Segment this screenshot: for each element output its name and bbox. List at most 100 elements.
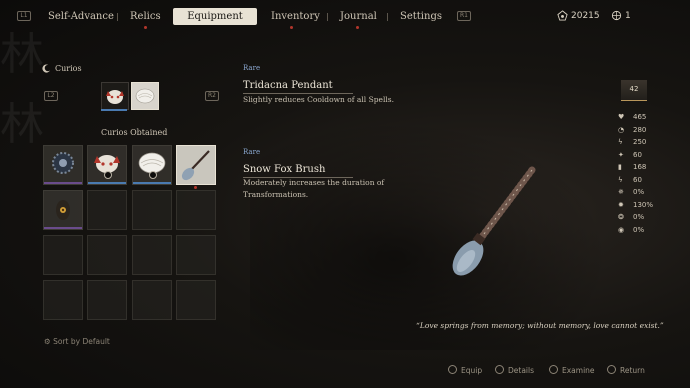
- slot-indicator: [101, 109, 127, 111]
- notification-dot: [144, 26, 147, 29]
- equipped-curio-slot-1[interactable]: [101, 82, 129, 110]
- button-prompt-icon: [607, 365, 616, 374]
- r1-key-icon: R1: [457, 11, 471, 21]
- l1-key-icon: L1: [17, 11, 31, 21]
- curio-grid-slot-empty[interactable]: [132, 280, 172, 320]
- curio-grid-slot-empty[interactable]: [43, 280, 83, 320]
- sort-control[interactable]: ⚙ Sort by Default: [44, 337, 110, 346]
- button-prompt-icon: [495, 365, 504, 374]
- examine-label: Examine: [562, 366, 595, 375]
- hovered-item-name: Snow Fox Brush: [243, 164, 326, 175]
- curio-grid-slot[interactable]: [87, 145, 127, 185]
- snow-fox-brush-artwork: [452, 166, 536, 276]
- curio-grid-slot[interactable]: [132, 145, 172, 185]
- equipped-marker-icon: [104, 171, 112, 179]
- stat-value: 60: [633, 175, 642, 184]
- stat-value: 250: [633, 138, 647, 146]
- equipped-marker-icon: [149, 171, 157, 179]
- selected-item-description: Slightly reduces Cooldown of all Spells.: [243, 95, 394, 104]
- tab-relics[interactable]: Relics: [130, 8, 161, 25]
- sort-label: Sort by Default: [53, 337, 110, 346]
- nav-separator: [117, 13, 118, 21]
- stat-row: ◉ 0%: [618, 226, 654, 236]
- top-navigation: L1 Self-Advance Relics Equipment Invento…: [0, 0, 690, 34]
- nav-separator: [387, 13, 388, 21]
- stat-row: ▮ 168: [618, 163, 654, 173]
- button-prompt-icon: [448, 365, 457, 374]
- examine-hint[interactable]: Examine: [549, 365, 595, 375]
- stat-value: 0%: [633, 225, 645, 234]
- curio-grid-slot-empty[interactable]: [87, 190, 127, 230]
- background-shadow: [250, 120, 610, 350]
- curio-grid-slot-empty[interactable]: [132, 235, 172, 275]
- r2-key-icon: R2: [205, 91, 219, 101]
- equip-hint[interactable]: Equip: [448, 365, 482, 375]
- curio-grid-slot[interactable]: [43, 145, 83, 185]
- curios-title: Curios: [55, 64, 82, 73]
- nav-separator: [327, 13, 328, 21]
- details-label: Details: [508, 366, 535, 375]
- curio-grid-slot-selected[interactable]: [176, 145, 216, 189]
- curio-grid-slot[interactable]: [43, 190, 83, 230]
- stat-row: ϟ 60: [618, 176, 654, 186]
- stat-row: ϟ 250: [618, 138, 654, 148]
- tab-journal[interactable]: Journal: [340, 8, 377, 25]
- stat-row: ✹ 130%: [618, 201, 654, 211]
- stat-row: ♥ 465: [618, 113, 654, 123]
- stat-value: 168: [633, 163, 647, 171]
- defense-icon: ▮: [618, 163, 622, 171]
- stat-value: 0%: [633, 188, 645, 196]
- curio-grid-slot-empty[interactable]: [132, 190, 172, 230]
- item-flavor-quote: “Love springs from memory; without memor…: [416, 321, 664, 330]
- stat-row: ✵ 0%: [618, 188, 654, 198]
- sort-icon: ⚙: [44, 337, 51, 346]
- curio-grid-slot-empty[interactable]: [176, 280, 216, 320]
- will-currency-icon: [557, 10, 568, 21]
- level-badge: 42: [621, 80, 647, 101]
- tab-equipment[interactable]: Equipment: [173, 8, 257, 25]
- selected-item-rarity: Rare: [243, 64, 261, 72]
- curio-grid-slot-empty[interactable]: [43, 235, 83, 275]
- tab-self-advance[interactable]: Self-Advance: [48, 8, 114, 25]
- beaded-orb-curio-icon: [52, 152, 74, 174]
- rarity-bar: [133, 182, 171, 184]
- curio-grid-slot-empty[interactable]: [87, 235, 127, 275]
- rarity-bar: [88, 182, 126, 184]
- rarity-bar: [44, 227, 82, 229]
- return-hint[interactable]: Return: [607, 365, 645, 375]
- tridacna-pendant-icon: [135, 88, 155, 104]
- critical-icon: ϟ: [618, 175, 623, 184]
- details-hint[interactable]: Details: [495, 365, 534, 375]
- spark-currency-value: 1: [625, 11, 631, 21]
- equipped-curio-slot-2[interactable]: [131, 82, 159, 110]
- tab-settings[interactable]: Settings: [400, 8, 442, 25]
- stat-value: 130%: [633, 200, 654, 209]
- equip-label: Equip: [461, 366, 483, 375]
- curio-grid-slot-empty[interactable]: [176, 235, 216, 275]
- attack-icon: ✦: [618, 150, 624, 159]
- hovered-item-rarity: Rare: [243, 148, 261, 156]
- l2-key-icon: L2: [44, 91, 58, 101]
- selected-item-name: Tridacna Pendant: [243, 80, 333, 91]
- stat-value: 280: [633, 125, 647, 134]
- notification-dot: [194, 186, 197, 189]
- spark-currency-icon: [611, 10, 622, 21]
- stat-row: ◔ 280: [618, 126, 654, 136]
- mana-icon: ◔: [618, 125, 625, 134]
- curio-grid-slot-empty[interactable]: [176, 190, 216, 230]
- stat-row: ❂ 0%: [618, 213, 654, 223]
- evade-icon: ◉: [618, 225, 625, 234]
- hovered-item-description: Moderately increases the duration of Tra…: [243, 178, 385, 199]
- will-currency-value: 20215: [571, 11, 600, 21]
- button-prompt-icon: [549, 365, 558, 374]
- tab-inventory[interactable]: Inventory: [271, 8, 320, 25]
- stat-value: 465: [633, 113, 647, 121]
- snow-fox-brush-icon: [181, 150, 210, 181]
- crit-chance-icon: ✵: [618, 188, 624, 196]
- curio-grid-slot-empty[interactable]: [87, 280, 127, 320]
- stat-row: ✦ 60: [618, 151, 654, 161]
- stamina-icon: ϟ: [618, 138, 623, 146]
- fox-mask-curio-icon: [106, 90, 124, 104]
- notification-dot: [290, 26, 293, 29]
- crit-damage-icon: ✹: [618, 200, 624, 209]
